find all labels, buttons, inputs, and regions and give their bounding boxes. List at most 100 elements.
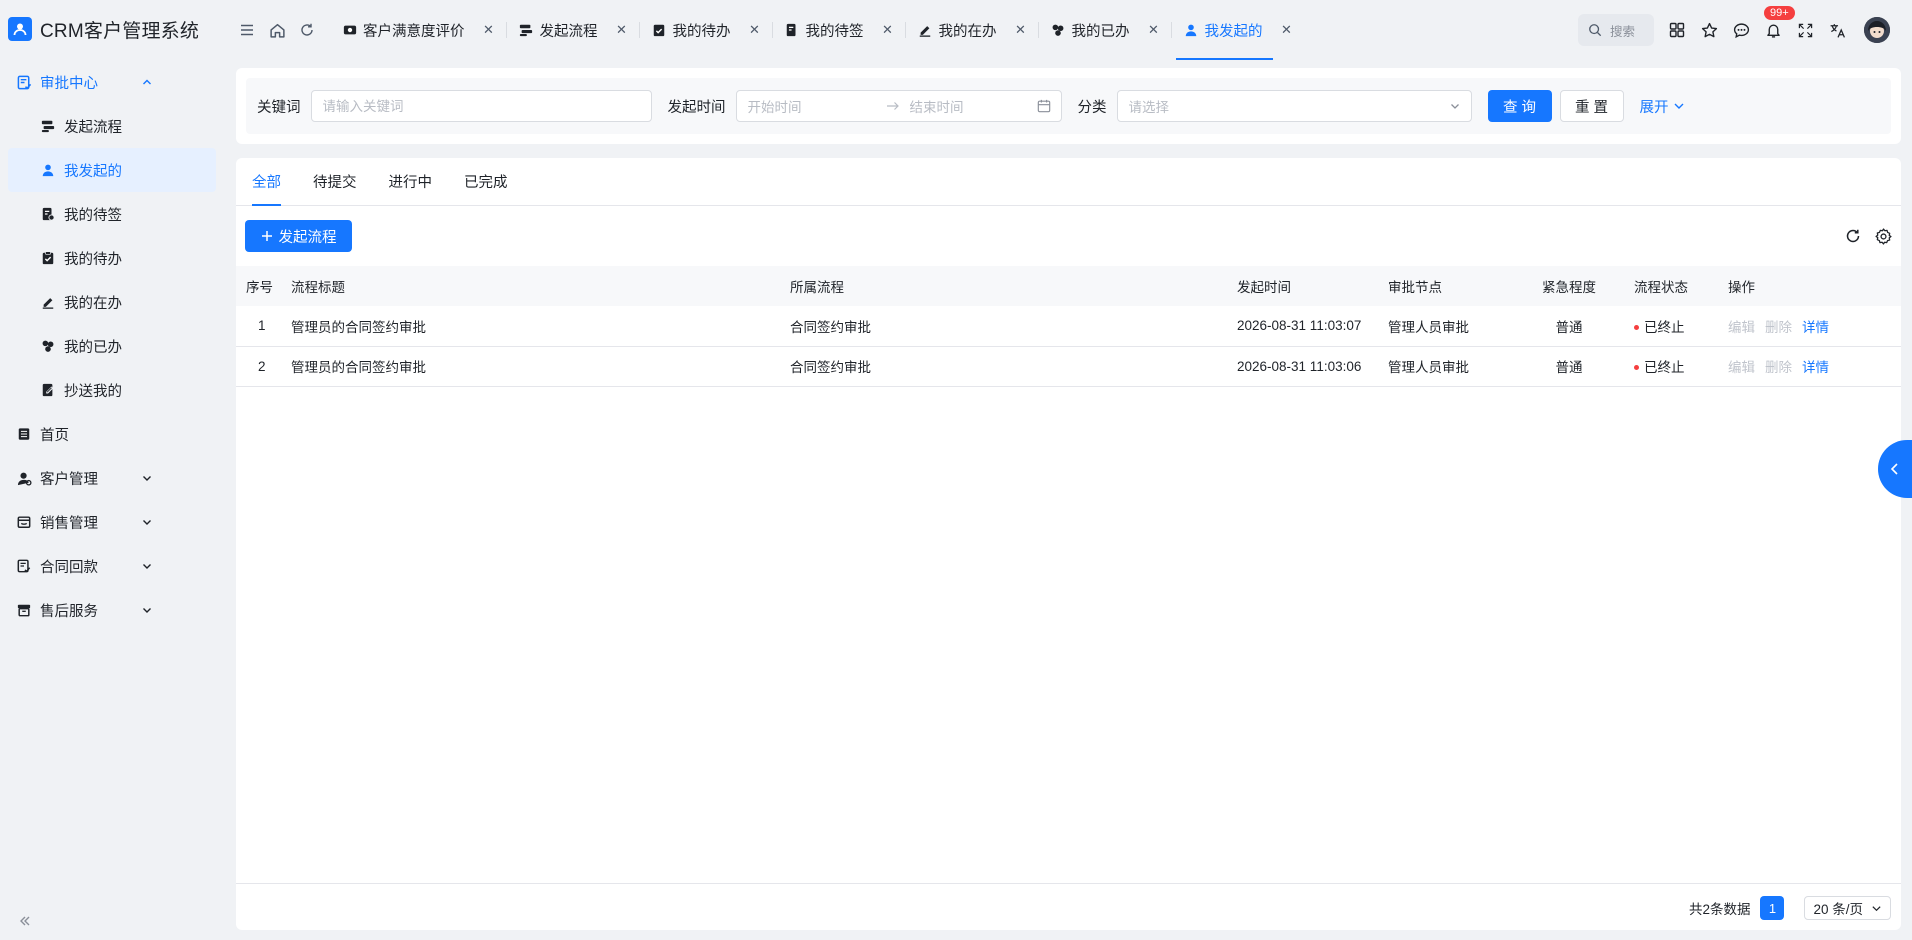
sidebar-item-in-progress[interactable]: 我的在办 — [0, 280, 226, 324]
refresh-icon[interactable] — [292, 15, 322, 45]
sidebar-item-label: 我的在办 — [64, 295, 122, 312]
close-icon[interactable]: ✕ — [483, 22, 495, 38]
clipboard-check-icon — [40, 250, 56, 266]
detail-button[interactable]: 详情 — [1802, 360, 1829, 375]
sidebar-item-my-initiated[interactable]: 我发起的 — [8, 148, 216, 192]
col-urgency: 紧急程度 — [1514, 266, 1624, 306]
service-icon — [16, 602, 32, 618]
sidebar-item-home[interactable]: 首页 — [0, 412, 226, 456]
sidebar-item-label: 发起流程 — [64, 119, 122, 136]
tab-todo[interactable]: 我的待办 ✕ — [640, 0, 773, 60]
sidebar-item-done[interactable]: 我的已办 — [0, 324, 226, 368]
status-dot-icon — [1634, 364, 1639, 370]
start-flow-button[interactable]: 发起流程 — [245, 220, 352, 252]
close-icon[interactable]: ✕ — [749, 22, 761, 38]
col-title: 流程标题 — [281, 266, 780, 306]
apps-grid-icon[interactable] — [1664, 15, 1690, 45]
sidebar-item-contract[interactable]: 合同回款 — [0, 544, 226, 588]
start-time-placeholder[interactable]: 开始时间 — [748, 96, 878, 116]
global-search[interactable]: 搜索 — [1578, 14, 1654, 46]
edit-button[interactable]: 编辑 — [1728, 360, 1755, 375]
bell-icon[interactable]: 99+ — [1760, 6, 1795, 45]
col-actions: 操作 — [1718, 266, 1901, 306]
flow-icon — [519, 23, 534, 38]
app-title: CRM客户管理系统 — [40, 20, 200, 42]
sidebar-group-label: 审批中心 — [40, 75, 98, 92]
delete-button[interactable]: 删除 — [1765, 320, 1792, 335]
tab-start-flow[interactable]: 发起流程 ✕ — [507, 0, 640, 60]
user-avatar[interactable] — [1864, 17, 1890, 43]
row-actions: 编辑 删除 详情 — [1718, 346, 1901, 387]
contract-icon — [16, 558, 32, 574]
customer-icon — [16, 470, 32, 486]
chevron-down-icon — [1872, 905, 1881, 911]
sidebar-item-cc-me[interactable]: 抄送我的 — [0, 368, 226, 412]
total-count: 共2条数据 — [1688, 902, 1751, 917]
edit-button[interactable]: 编辑 — [1728, 320, 1755, 335]
category-placeholder: 请选择 — [1128, 100, 1170, 115]
sidebar-item-start-flow[interactable]: 发起流程 — [0, 104, 226, 148]
tab-customer-satisfaction[interactable]: 客户满意度评价 ✕ — [330, 0, 507, 60]
tab-my-initiated[interactable]: 我发起的 ✕ — [1172, 0, 1305, 60]
col-node: 审批节点 — [1378, 266, 1514, 306]
page-size-select[interactable]: 20 条/页 — [1804, 896, 1891, 920]
close-icon[interactable]: ✕ — [616, 22, 628, 38]
menu-toggle-icon[interactable] — [232, 15, 262, 45]
process-table: 序号 流程标题 所属流程 发起时间 审批节点 紧急程度 流程状态 操作 1 管理… — [236, 266, 1901, 387]
close-icon[interactable]: ✕ — [1015, 22, 1027, 38]
reset-button[interactable]: 重 置 — [1559, 90, 1624, 122]
status-tab-completed[interactable]: 已完成 — [464, 158, 508, 205]
row-status: 已终止 — [1624, 346, 1718, 387]
fullscreen-icon[interactable] — [1792, 15, 1818, 45]
home-icon[interactable] — [262, 15, 292, 45]
detail-button[interactable]: 详情 — [1802, 320, 1829, 335]
query-button[interactable]: 查 询 — [1487, 90, 1552, 122]
tab-done[interactable]: 我的已办 ✕ — [1039, 0, 1172, 60]
calendar-icon — [1037, 99, 1051, 116]
reload-icon[interactable] — [1843, 226, 1863, 246]
notification-badge: 99+ — [1764, 6, 1795, 20]
category-select[interactable]: 请选择 — [1116, 90, 1472, 122]
filter-row: 关键词 发起时间 开始时间 结束时间 分类 请选择 查 询 重 置 展开 — [246, 78, 1891, 134]
close-icon[interactable]: ✕ — [882, 22, 894, 38]
tab-label: 我的待办 — [672, 23, 731, 40]
star-icon[interactable] — [1696, 15, 1722, 45]
expand-button[interactable]: 展开 — [1640, 96, 1685, 117]
sidebar-item-to-sign[interactable]: 我的待签 — [0, 192, 226, 236]
sidebar-item-todo[interactable]: 我的待办 — [0, 236, 226, 280]
row-urgency: 普通 — [1514, 346, 1624, 387]
delete-button[interactable]: 删除 — [1765, 360, 1792, 375]
tab-to-sign[interactable]: 我的待签 ✕ — [773, 0, 906, 60]
close-icon[interactable]: ✕ — [1281, 22, 1293, 38]
status-tab-all[interactable]: 全部 — [252, 158, 281, 206]
status-tab-pending-submit[interactable]: 待提交 — [313, 158, 357, 205]
tab-in-progress[interactable]: 我的在办 ✕ — [906, 0, 1039, 60]
translate-icon[interactable] — [1824, 15, 1850, 45]
col-start-time: 发起时间 — [1227, 266, 1378, 306]
tab-label: 发起流程 — [539, 23, 598, 40]
col-status: 流程状态 — [1624, 266, 1718, 306]
sidebar-group-approval[interactable]: 审批中心 — [0, 60, 226, 104]
sidebar-item-label: 客户管理 — [40, 471, 98, 488]
pagination: 共2条数据 1 20 条/页 — [1689, 896, 1891, 920]
user-icon — [40, 162, 56, 178]
sidebar-item-sales[interactable]: 销售管理 — [0, 500, 226, 544]
sidebar-item-customer[interactable]: 客户管理 — [0, 456, 226, 500]
keyword-input[interactable] — [322, 98, 651, 114]
message-icon[interactable] — [1728, 15, 1754, 45]
settings-icon[interactable] — [1873, 226, 1893, 246]
sidebar-item-service[interactable]: 售后服务 — [0, 588, 226, 632]
chevron-down-icon — [140, 471, 154, 485]
keyword-field[interactable] — [310, 90, 652, 122]
collapse-sidebar-icon[interactable] — [16, 912, 34, 930]
table-row: 2 管理员的合同签约审批 合同签约审批 2026-08-31 11:03:06 … — [236, 346, 1901, 387]
date-range-picker[interactable]: 开始时间 结束时间 — [735, 90, 1062, 122]
done-icon — [40, 338, 56, 354]
pen-icon — [918, 23, 933, 38]
status-tab-in-progress[interactable]: 进行中 — [389, 158, 433, 205]
row-index: 2 — [236, 346, 281, 387]
page-number-button[interactable]: 1 — [1760, 896, 1785, 920]
close-icon[interactable]: ✕ — [1148, 22, 1160, 38]
table-header-row: 序号 流程标题 所属流程 发起时间 审批节点 紧急程度 流程状态 操作 — [236, 266, 1901, 306]
end-time-placeholder[interactable]: 结束时间 — [910, 96, 1040, 116]
